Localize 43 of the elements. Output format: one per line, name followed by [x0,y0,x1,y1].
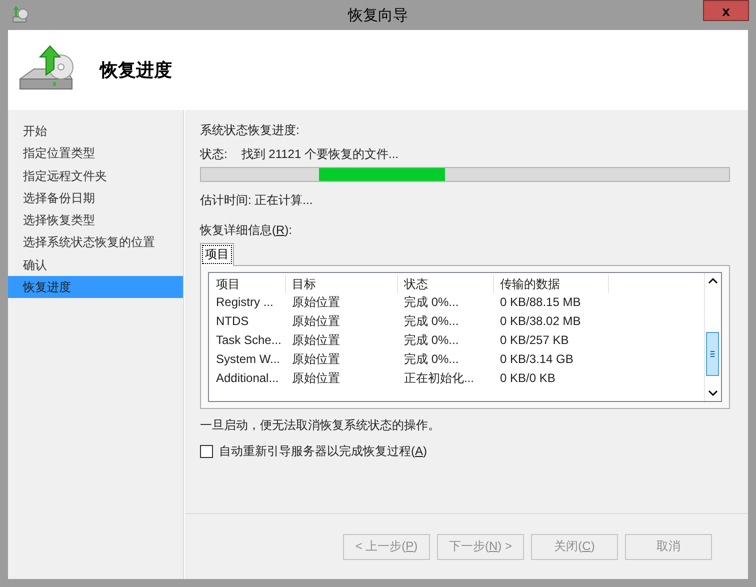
table-cell-text: Registry ... [215,294,274,311]
close-button[interactable]: x [703,0,749,21]
table-cell-text: 0 KB/257 KB [499,332,570,349]
scroll-thumb[interactable] [706,332,719,376]
table-cell-text: Task Sche... [215,332,282,349]
tab[interactable]: 项目 [200,243,234,266]
status-value: 找到 21121 个要恢复的文件... [241,146,398,163]
table-cell-text: 完成 0%... [403,332,460,349]
app-icon [11,6,29,24]
table-cell-text: 0 KB/0 KB [499,370,556,387]
scrollbar[interactable] [704,273,721,401]
table-cell-text: 0 KB/38.02 MB [499,313,582,330]
table-cell-text: 原始位置 [291,370,341,387]
sidebar-item[interactable]: 开始 [8,120,183,142]
status-label: 状态: [200,146,228,163]
table-cell-text: 正在初始化... [403,370,476,387]
table-cell-text: 原始位置 [291,313,341,330]
table-cell-text: 0 KB/3.14 GB [499,351,574,368]
sidebar-item[interactable]: 选择恢复类型 [8,209,183,232]
sidebar-item[interactable]: 指定远程文件夹 [8,164,183,187]
table-cell-text: 原始位置 [291,351,341,368]
table-cell-text: 0 KB/88.15 MB [499,294,582,311]
estimate-text: 估计时间: 正在计算... [200,192,314,208]
details-label: 恢复详细信息(R): [200,222,294,238]
page-title: 恢复进度 [100,59,172,82]
restart-option-label[interactable]: 自动重新引导服务器以完成恢复过程(A) [219,443,428,460]
sidebar-item[interactable]: 指定位置类型 [8,142,183,165]
table-cell-text: 完成 0%... [403,313,460,330]
sidebar-item[interactable]: 恢复进度 [8,276,183,298]
sidebar-item[interactable]: 选择系统状态恢复的位置 [8,231,183,254]
sidebar-item[interactable]: 确认 [8,254,183,276]
table-cell-text: System W... [215,351,282,368]
warning-note: 一旦启动，便无法取消恢复系统状态的操作。 [200,417,441,434]
table-cell-text: 完成 0%... [403,351,460,368]
table-cell-text: 原始位置 [291,332,341,349]
restart-checkbox[interactable] [200,445,213,458]
table-cell-text: NTDS [215,313,250,330]
table-cell-text: 完成 0%... [403,294,460,311]
sidebar-item[interactable]: 选择备份日期 [8,186,183,210]
table-cell-text: 原始位置 [291,294,341,311]
table-cell-text: Additional... [215,370,280,387]
window-title: 恢复向导 [348,6,408,24]
progress-heading: 系统状态恢复进度: [200,122,300,138]
